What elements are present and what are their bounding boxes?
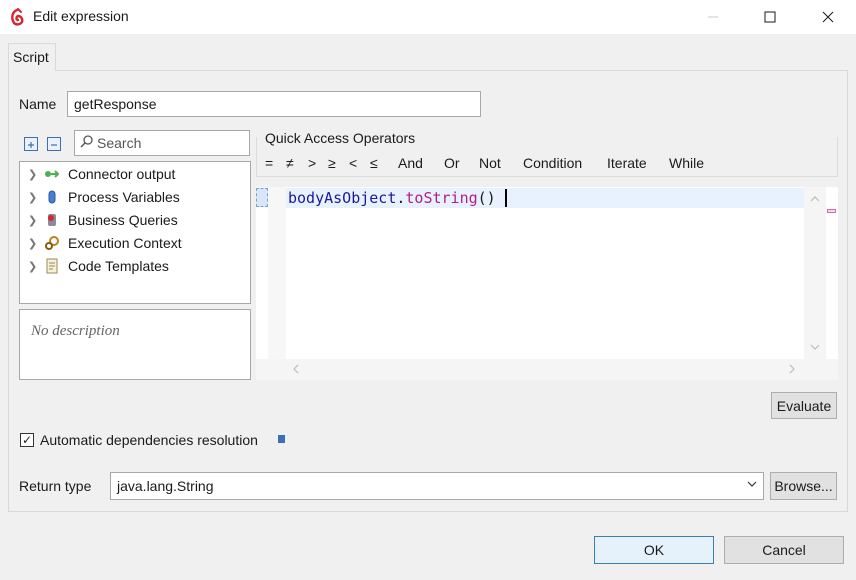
operator-not-equals[interactable]: ≠ (286, 155, 294, 171)
operator-not[interactable]: Not (479, 155, 501, 171)
auto-dependencies-label: Automatic dependencies resolution (40, 432, 258, 448)
chevron-right-icon[interactable]: ❯ (28, 237, 37, 250)
overview-marker-icon[interactable] (827, 209, 836, 213)
connector-icon (45, 170, 60, 178)
operator-less-equal[interactable]: ≤ (370, 155, 378, 171)
tree-item-business-queries[interactable]: ❯ Business Queries (28, 209, 178, 231)
horizontal-scrollbar[interactable] (286, 359, 804, 380)
operator-iterate[interactable]: Iterate (607, 155, 647, 171)
code-line[interactable]: bodyAsObject.toString() (288, 189, 496, 207)
tree-item-label: Connector output (68, 166, 176, 182)
minimize-icon (708, 16, 718, 18)
chevron-right-icon[interactable]: ❯ (28, 168, 37, 181)
info-icon[interactable] (278, 435, 285, 443)
operator-and[interactable]: And (398, 155, 423, 171)
auto-dependencies-checkbox[interactable]: ✓ (20, 433, 34, 447)
tree-item-execution-context[interactable]: ❯ Execution Context (28, 232, 182, 254)
code-method: toString (405, 189, 478, 207)
chevron-right-icon[interactable]: ❯ (28, 214, 37, 227)
tree-item-connector-output[interactable]: ❯ Connector output (28, 163, 175, 185)
scroll-arrows-icon (293, 364, 795, 374)
minimize-button[interactable] (690, 0, 736, 34)
tree-item-label: Business Queries (68, 212, 178, 228)
operator-equals[interactable]: = (265, 155, 273, 171)
window-title: Edit expression (33, 8, 129, 24)
collapse-all-icon[interactable] (47, 137, 61, 151)
code-object: bodyAsObject (288, 189, 397, 207)
close-button[interactable] (805, 0, 851, 34)
editor-text-area[interactable] (286, 187, 804, 359)
chevron-right-icon[interactable]: ❯ (28, 260, 37, 273)
operator-while[interactable]: While (669, 155, 704, 171)
tree-item-label: Code Templates (68, 258, 169, 274)
quick-access-title: Quick Access Operators (265, 130, 416, 146)
variables-tree: ❯ Connector output ❯ Process Variables ❯… (19, 161, 251, 304)
tab-script[interactable]: Script (8, 43, 56, 71)
text-caret (505, 189, 507, 207)
maximize-button[interactable] (747, 0, 793, 34)
cancel-button[interactable]: Cancel (724, 536, 844, 564)
return-type-select[interactable]: java.lang.String (110, 472, 764, 500)
tree-item-code-templates[interactable]: ❯ Code Templates (28, 255, 169, 277)
tree-item-label: Process Variables (68, 189, 180, 205)
operator-greater-equal[interactable]: ≥ (328, 155, 336, 171)
return-type-label: Return type (19, 478, 92, 494)
name-input[interactable]: getResponse (67, 91, 481, 117)
operator-or[interactable]: Or (444, 155, 460, 171)
scroll-arrows-icon (810, 196, 820, 350)
chevron-right-icon[interactable]: ❯ (28, 191, 37, 204)
code-parens: () (477, 189, 496, 207)
gears-icon (45, 236, 59, 250)
maximize-icon (764, 11, 776, 23)
template-icon (46, 258, 58, 274)
operator-less[interactable]: < (349, 155, 357, 171)
close-icon (822, 11, 834, 23)
search-input[interactable]: Search (74, 130, 250, 156)
query-icon (48, 214, 56, 226)
vertical-scrollbar[interactable] (806, 187, 824, 359)
evaluate-button[interactable]: Evaluate (771, 392, 837, 419)
expand-all-icon[interactable] (24, 137, 38, 151)
operator-greater[interactable]: > (308, 155, 316, 171)
search-icon (80, 135, 93, 148)
browse-button[interactable]: Browse... (770, 472, 837, 500)
name-label: Name (19, 96, 57, 112)
line-marker-icon (256, 188, 268, 207)
app-logo-icon (11, 8, 24, 26)
variable-icon (48, 190, 56, 204)
chevron-down-icon[interactable] (746, 478, 758, 490)
operator-condition[interactable]: Condition (523, 155, 582, 171)
ok-button[interactable]: OK (594, 536, 714, 564)
tree-item-process-variables[interactable]: ❯ Process Variables (28, 186, 180, 208)
description-box: No description (19, 309, 251, 380)
editor-ruler (268, 187, 286, 359)
tree-item-label: Execution Context (68, 235, 182, 251)
editor-gutter (256, 187, 268, 359)
